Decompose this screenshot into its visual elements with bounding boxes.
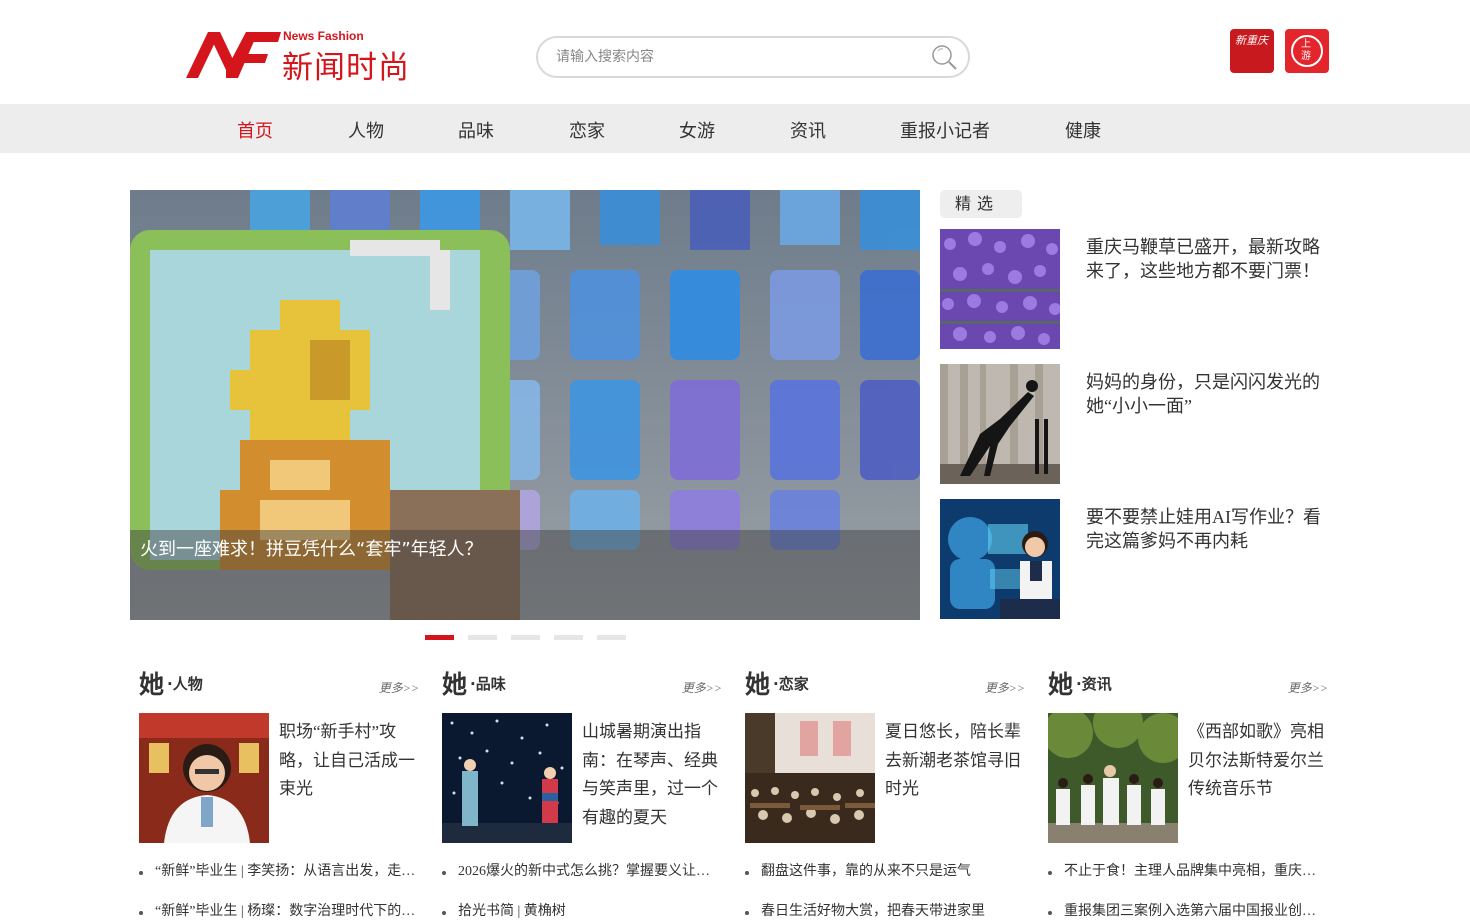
section-header: 她 ·人物 更多>> [139, 665, 419, 699]
section-lead-text[interactable]: 夏日悠长，陪长辈去新潮老茶馆寻旧时光 [885, 718, 1023, 804]
slider-dot-3[interactable] [511, 635, 540, 640]
search-icon[interactable] [930, 43, 960, 73]
section-name[interactable]: ·恋家 [773, 673, 809, 694]
section-list: 2026爆火的新中式怎么挑？掌握要义让你穿出高级感 拾光书简 | 黄桷树 [442, 862, 722, 923]
list-item[interactable]: 拾光书简 | 黄桷树 [442, 902, 722, 923]
site-header: News Fashion 新闻时尚 新重庆 上游 [0, 0, 1470, 104]
more-link[interactable]: 更多>> [985, 679, 1025, 696]
section-taste: 她 ·品味 更多>> 山城暑期演出指南：在琴声、经典与笑声里，过一个有趣的夏天 … [442, 665, 722, 923]
nav-item-health[interactable]: 健康 [1065, 117, 1101, 143]
nf-logo-mark-icon [186, 32, 281, 78]
section-she-label: 她 [139, 670, 165, 699]
dancer-image [940, 364, 1060, 484]
search-box [536, 36, 970, 78]
section-lead-text[interactable]: 山城暑期演出指南：在琴声、经典与笑声里，过一个有趣的夏天 [582, 718, 720, 832]
section-header: 她 ·恋家 更多>> [745, 665, 1025, 699]
section-home-life: 她 ·恋家 更多>> 夏日悠长，陪长辈去新潮老茶馆寻旧时光 翻盘这件事，靠的从来… [745, 665, 1025, 923]
slider-dot-1[interactable] [425, 635, 454, 640]
nav-item-people[interactable]: 人物 [348, 117, 384, 143]
section-thumb[interactable] [442, 713, 572, 843]
more-link[interactable]: 更多>> [682, 679, 722, 696]
woman-portrait-image [139, 713, 269, 843]
featured-text-1[interactable]: 重庆马鞭草已盛开，最新攻略来了，这些地方都不要门票！ [1086, 235, 1330, 283]
badge-sy-text: 上游 [1301, 39, 1311, 62]
nav-item-taste[interactable]: 品味 [458, 117, 494, 143]
featured-item-1[interactable]: 重庆马鞭草已盛开，最新攻略来了，这些地方都不要门票！ [940, 229, 1330, 349]
slider-caption-bar[interactable]: 火到一座难求！拼豆凭什么“套牢”年轻人？ [130, 530, 920, 620]
section-she-label: 她 [1048, 670, 1074, 699]
more-link[interactable]: 更多>> [379, 679, 419, 696]
section-header: 她 ·资讯 更多>> [1048, 665, 1328, 699]
section-thumb[interactable] [1048, 713, 1178, 843]
section-news: 她 ·资讯 更多>> 《西部如歌》亮相贝尔法斯特爱尔兰传统音乐节 不止于食！主理… [1048, 665, 1328, 923]
slider-dot-4[interactable] [554, 635, 583, 640]
logo-english-text: News Fashion [283, 29, 364, 43]
lavender-field-image [940, 229, 1060, 349]
featured-thumb-1[interactable] [940, 229, 1060, 349]
featured-item-3[interactable]: 要不要禁止娃用AI写作业？看完这篇爹妈不再内耗 [940, 499, 1330, 619]
logo-chinese-text: 新闻时尚 [282, 50, 410, 86]
hero-slider[interactable]: 火到一座难求！拼豆凭什么“套牢”年轻人？ [130, 190, 920, 620]
more-link[interactable]: 更多>> [1288, 679, 1328, 696]
new-chongqing-app-icon[interactable]: 新重庆 [1230, 29, 1274, 73]
nav-item-home-life[interactable]: 恋家 [569, 117, 605, 143]
featured-text-3[interactable]: 要不要禁止娃用AI写作业？看完这篇爹妈不再内耗 [1086, 505, 1330, 553]
ai-homework-image [940, 499, 1060, 619]
section-thumb[interactable] [139, 713, 269, 843]
nav-item-travel[interactable]: 女游 [679, 117, 715, 143]
section-people: 她 ·人物 更多>> 职场“新手村”攻略，让自己活成一束光 “新鲜”毕业生 | … [139, 665, 419, 923]
main-nav: 首页 人物 品味 恋家 女游 资讯 重报小记者 健康 [0, 104, 1470, 153]
list-item[interactable]: “新鲜”毕业生 | 李笑扬：从语言出发，走向更远的世界 [139, 862, 419, 902]
shangyou-app-icon[interactable]: 上游 [1285, 29, 1329, 73]
section-list: “新鲜”毕业生 | 李笑扬：从语言出发，走向更远的世界 “新鲜”毕业生 | 杨璨… [139, 862, 419, 923]
section-name[interactable]: ·资讯 [1076, 673, 1112, 694]
slider-caption-text[interactable]: 火到一座难求！拼豆凭什么“套牢”年轻人？ [140, 535, 483, 561]
nav-item-young-reporter[interactable]: 重报小记者 [900, 117, 990, 143]
section-header: 她 ·品味 更多>> [442, 665, 722, 699]
section-name[interactable]: ·品味 [470, 673, 506, 694]
section-she-label: 她 [442, 670, 468, 699]
slider-dot-2[interactable] [468, 635, 497, 640]
section-name[interactable]: ·人物 [167, 673, 203, 694]
site-logo[interactable]: News Fashion 新闻时尚 [186, 28, 418, 86]
music-festival-image [1048, 713, 1178, 843]
featured-thumb-3[interactable] [940, 499, 1060, 619]
featured-thumb-2[interactable] [940, 364, 1060, 484]
stage-performance-image [442, 713, 572, 843]
featured-item-2[interactable]: 妈妈的身份，只是闪闪发光的她“小小一面” [940, 364, 1330, 484]
section-thumb[interactable] [745, 713, 875, 843]
section-list: 翻盘这件事，靠的从来不只是运气 春日生活好物大赏，把春天带进家里 [745, 862, 1025, 923]
list-item[interactable]: 2026爆火的新中式怎么挑？掌握要义让你穿出高级感 [442, 862, 722, 902]
section-lead-text[interactable]: 职场“新手村”攻略，让自己活成一束光 [279, 718, 417, 804]
badge-cq-text: 新重庆 [1235, 34, 1268, 47]
list-item[interactable]: 翻盘这件事，靠的从来不只是运气 [745, 862, 1025, 902]
list-item[interactable]: 春日生活好物大赏，把春天带进家里 [745, 902, 1025, 923]
teahouse-image [745, 713, 875, 843]
list-item[interactable]: 不止于食！主理人品牌集中亮相，重庆时尚消费新地标 [1048, 862, 1328, 902]
list-item[interactable]: “新鲜”毕业生 | 杨璨：数字治理时代下的青年担当 [139, 902, 419, 923]
section-she-label: 她 [745, 670, 771, 699]
slider-dot-5[interactable] [597, 635, 626, 640]
search-input[interactable] [556, 46, 916, 68]
nav-item-news[interactable]: 资讯 [790, 117, 826, 143]
featured-text-2[interactable]: 妈妈的身份，只是闪闪发光的她“小小一面” [1086, 370, 1330, 418]
nav-item-home[interactable]: 首页 [237, 117, 273, 143]
section-lead-text[interactable]: 《西部如歌》亮相贝尔法斯特爱尔兰传统音乐节 [1188, 718, 1326, 804]
section-list: 不止于食！主理人品牌集中亮相，重庆时尚消费新地标 重报集团三案例入选第六届中国报… [1048, 862, 1328, 923]
featured-title: 精选 [940, 190, 1022, 218]
list-item[interactable]: 重报集团三案例入选第六届中国报业创新案例 [1048, 902, 1328, 923]
